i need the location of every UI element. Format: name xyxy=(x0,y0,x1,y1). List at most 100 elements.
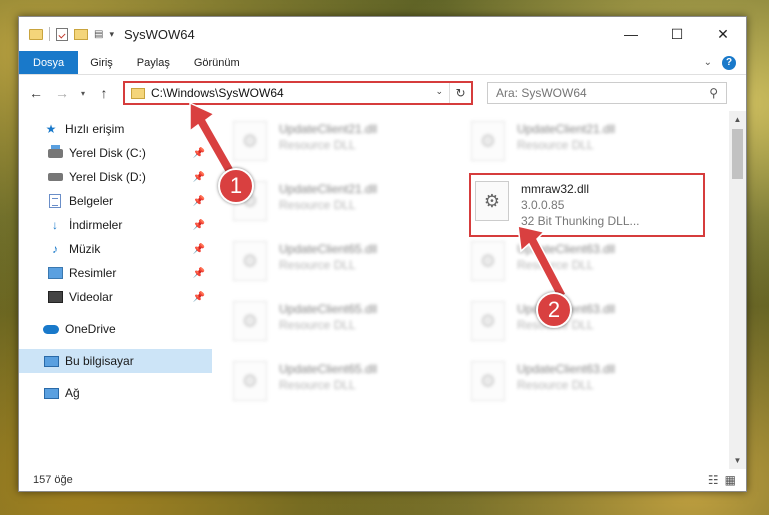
chevron-down-icon[interactable]: ⌄ xyxy=(435,86,443,97)
details-view-icon[interactable]: ☷ xyxy=(708,473,719,487)
sidebar-item-pictures[interactable]: Resimler 📌 xyxy=(19,261,213,285)
sidebar-item-videos[interactable]: Videolar 📌 xyxy=(19,285,213,309)
pin-icon[interactable]: 📌 xyxy=(193,148,205,159)
file-type: Resource DLL xyxy=(517,138,594,152)
address-bar[interactable]: C:\Windows\SysWOW64 ⌄ ↻ xyxy=(123,81,473,105)
list-item[interactable]: ⚙ UpdateClient21.dll Resource DLL xyxy=(233,175,471,235)
search-box[interactable]: ⚲ xyxy=(487,82,727,104)
list-item[interactable]: ⚙ UpdateClient65.dll Resource DLL xyxy=(233,295,471,355)
tab-share[interactable]: Paylaş xyxy=(125,51,182,74)
documents-icon xyxy=(47,194,63,208)
file-description: 32 Bit Thunking DLL... xyxy=(521,214,640,228)
scroll-up-icon[interactable]: ▲ xyxy=(729,111,746,128)
sidebar-item-label: Resimler xyxy=(69,266,117,280)
file-name: UpdateClient63.dll xyxy=(517,362,616,376)
search-input[interactable] xyxy=(496,86,696,100)
pin-icon[interactable]: 📌 xyxy=(193,220,205,231)
list-item[interactable]: ⚙ UpdateClient63.dllResource DLL xyxy=(471,235,709,295)
sidebar-item-local-disk-d[interactable]: Yerel Disk (D:) 📌 xyxy=(19,165,213,189)
file-type: Resource DLL xyxy=(279,138,356,152)
sidebar-item-label: OneDrive xyxy=(65,322,116,336)
scroll-down-icon[interactable]: ▼ xyxy=(729,452,746,469)
tiles-view-icon[interactable]: ▦ xyxy=(725,473,736,487)
list-item[interactable]: ⚙ UpdateClient65.dll Resource DLL xyxy=(233,355,471,415)
back-button[interactable]: ← xyxy=(25,82,47,104)
tab-view[interactable]: Görünüm xyxy=(182,51,252,74)
file-type: Resource DLL xyxy=(517,258,594,272)
properties-icon[interactable] xyxy=(56,27,68,41)
step-two-badge: 2 xyxy=(536,292,572,328)
list-item[interactable]: ⚙ UpdateClient65.dll Resource DLL xyxy=(233,235,471,295)
file-explorer-window: ▤ ▾ SysWOW64 — ☐ ✕ Dosya Giriş Paylaş Gö… xyxy=(18,16,747,492)
new-folder-icon[interactable] xyxy=(74,28,88,40)
file-list: ⚙ UpdateClient21.dll Resource DLL ⚙ Updat… xyxy=(213,111,746,469)
folder-icon xyxy=(131,87,145,99)
minimize-button[interactable]: — xyxy=(608,17,654,51)
dll-file-icon: ⚙ xyxy=(233,121,267,161)
sidebar-item-onedrive[interactable]: OneDrive xyxy=(19,317,213,341)
tab-file[interactable]: Dosya xyxy=(19,51,79,74)
forward-button[interactable]: → xyxy=(51,82,73,104)
recent-locations-button[interactable]: ▾ xyxy=(77,82,89,104)
maximize-button[interactable]: ☐ xyxy=(654,17,700,51)
item-count: 157 öğe xyxy=(33,474,73,486)
sidebar-item-label: İndirmeler xyxy=(69,218,123,232)
customize-view-icon[interactable]: ▤ xyxy=(94,29,103,40)
file-type: Resource DLL xyxy=(279,198,356,212)
view-toggles: ☷ ▦ xyxy=(708,473,736,487)
navigation-row: ← → ▾ ↑ C:\Windows\SysWOW64 ⌄ ↻ ⚲ xyxy=(19,75,746,111)
sidebar-item-label: Bu bilgisayar xyxy=(65,354,134,368)
address-path[interactable]: C:\Windows\SysWOW64 xyxy=(151,86,284,100)
pin-icon[interactable]: 📌 xyxy=(193,244,205,255)
dll-file-icon: ⚙ xyxy=(233,361,267,401)
pin-icon[interactable]: 📌 xyxy=(193,196,205,207)
dll-file-icon: ⚙ xyxy=(471,361,505,401)
file-name: UpdateClient21.dll xyxy=(517,122,616,136)
target-dll-file[interactable]: ⚙ mmraw32.dll 3.0.0.85 32 Bit Thunking DLL… xyxy=(469,173,705,237)
videos-icon xyxy=(47,290,63,304)
close-button[interactable]: ✕ xyxy=(700,17,746,51)
sidebar-item-local-disk-c[interactable]: Yerel Disk (C:) 📌 xyxy=(19,141,213,165)
up-button[interactable]: ↑ xyxy=(93,82,115,104)
file-version: 3.0.0.85 xyxy=(521,198,565,212)
list-item[interactable]: ⚙ UpdateClient21.dll Resource DLL xyxy=(233,115,471,175)
file-name: UpdateClient65.dll xyxy=(279,242,378,256)
pin-icon[interactable]: 📌 xyxy=(193,172,205,183)
file-type: Resource DLL xyxy=(279,378,356,392)
pin-icon[interactable]: 📌 xyxy=(193,292,205,303)
quick-access-toolbar: ▤ ▾ xyxy=(19,27,114,41)
folder-icon xyxy=(29,28,43,40)
refresh-button[interactable]: ↻ xyxy=(449,83,471,103)
file-grid: ⚙ UpdateClient21.dll Resource DLL ⚙ Updat… xyxy=(233,115,709,415)
sidebar-item-documents[interactable]: Belgeler 📌 xyxy=(19,189,213,213)
window-title: SysWOW64 xyxy=(123,26,195,42)
status-bar: 157 öğe ☷ ▦ xyxy=(19,469,746,491)
navigation-pane: ★ Hızlı erişim Yerel Disk (C:) 📌 Yerel D… xyxy=(19,111,213,469)
sidebar-item-quick-access[interactable]: ★ Hızlı erişim xyxy=(19,117,213,141)
ribbon-controls: ⌄ ? xyxy=(704,51,746,74)
chevron-down-icon[interactable]: ▾ xyxy=(109,29,114,40)
file-name: UpdateClient21.dll xyxy=(279,122,378,136)
sidebar-item-this-pc[interactable]: Bu bilgisayar xyxy=(19,349,212,373)
file-name: UpdateClient63.dll xyxy=(517,242,616,256)
file-name: UpdateClient65.dll xyxy=(279,362,378,376)
list-item[interactable]: ⚙ UpdateClient63.dllResource DLL xyxy=(471,355,709,415)
list-item[interactable]: ⚙ UpdateClient21.dll Resource DLL xyxy=(471,115,709,175)
dll-file-icon: ⚙ xyxy=(471,121,505,161)
pin-icon[interactable]: 📌 xyxy=(193,268,205,279)
search-icon[interactable]: ⚲ xyxy=(709,86,718,100)
file-name: UpdateClient65.dll xyxy=(279,302,378,316)
dll-file-icon: ⚙ xyxy=(471,301,505,341)
help-icon[interactable]: ? xyxy=(722,55,736,70)
list-item[interactable]: ⚙ UpdateClient63.dllResource DLL xyxy=(471,295,709,355)
scrollbar-thumb[interactable] xyxy=(732,129,743,179)
window-controls: — ☐ ✕ xyxy=(608,17,746,51)
sidebar-item-label: Belgeler xyxy=(69,194,114,208)
network-icon xyxy=(43,386,59,400)
sidebar-item-network[interactable]: Ağ xyxy=(19,381,213,405)
expand-ribbon-icon[interactable]: ⌄ xyxy=(704,57,712,68)
sidebar-item-music[interactable]: ♪ Müzik 📌 xyxy=(19,237,213,261)
sidebar-item-downloads[interactable]: ↓ İndirmeler 📌 xyxy=(19,213,213,237)
vertical-scrollbar[interactable]: ▲ ▼ xyxy=(729,111,746,469)
tab-home[interactable]: Giriş xyxy=(78,51,125,74)
